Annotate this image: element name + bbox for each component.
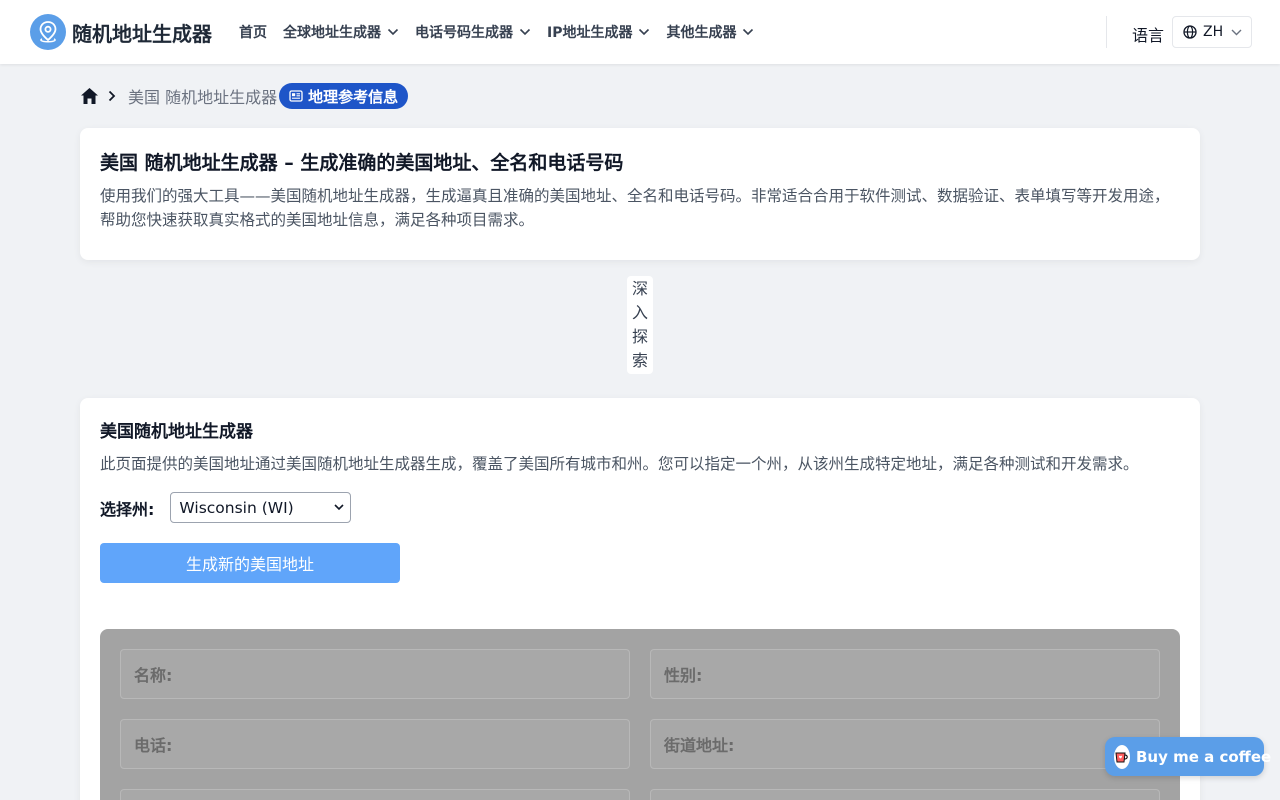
state-row: 选择州: Wisconsin (WI) (100, 492, 1180, 523)
navbar: 随机地址生成器 首页 全球地址生成器 电话号码生成器 IP地址生成器 其他生成器… (0, 0, 1280, 64)
phone-field-label: 电话: (134, 736, 173, 755)
chevron-down-icon (1231, 29, 1242, 36)
nav-item-phone[interactable]: 电话号码生成器 (415, 22, 531, 42)
chevron-right-icon (108, 90, 116, 102)
brand-link[interactable]: 随机地址生成器 (30, 14, 212, 50)
chevron-down-icon (742, 28, 754, 36)
newspaper-icon (289, 90, 303, 102)
coffee-cup-icon (1114, 744, 1130, 769)
chevron-down-icon (334, 504, 344, 511)
geo-reference-label: 地理参考信息 (308, 87, 399, 106)
state-select[interactable]: Wisconsin (WI) (170, 492, 352, 523)
nav-item-home[interactable]: 首页 (239, 22, 267, 42)
street-field[interactable]: 街道地址: (650, 719, 1160, 769)
name-field-label: 名称: (134, 666, 173, 685)
home-icon[interactable] (80, 86, 100, 106)
generator-description: 此页面提供的美国地址通过美国随机地址生成器生成，覆盖了美国所有城市和州。您可以指… (100, 455, 1139, 473)
nav-item-label: IP地址生成器 (547, 25, 633, 41)
page-title: 美国 随机地址生成器 – 生成准确的美国地址、全名和电话号码 (100, 152, 624, 174)
street-field-label: 街道地址: (664, 736, 735, 755)
brand-name: 随机地址生成器 (72, 21, 212, 46)
language-label: 语言 (1132, 26, 1165, 45)
explore-char: 入 (631, 303, 648, 322)
gender-field-label: 性别: (664, 666, 703, 685)
nav-divider (1106, 16, 1107, 48)
intro-card: 美国 随机地址生成器 – 生成准确的美国地址、全名和电话号码 使用我们的强大工具… (80, 128, 1200, 260)
chevron-down-icon (387, 28, 399, 36)
language-code: ZH (1203, 24, 1224, 40)
location-pin-icon (30, 14, 66, 50)
explore-char: 索 (631, 351, 648, 370)
explore-char: 探 (631, 327, 648, 346)
geo-reference-button[interactable]: 地理参考信息 (279, 83, 409, 109)
extra-field[interactable] (120, 789, 630, 800)
explore-char: 深 (631, 279, 648, 298)
buy-me-a-coffee-button[interactable]: Buy me a coffee (1105, 737, 1271, 776)
nav-item-label: 其他生成器 (666, 25, 737, 41)
gender-field[interactable]: 性别: (650, 649, 1160, 699)
generate-address-button[interactable]: 生成新的美国地址 (100, 543, 400, 583)
nav-item-global-address[interactable]: 全球地址生成器 (283, 22, 399, 42)
nav-item-label: 首页 (239, 25, 267, 41)
extra-field[interactable] (650, 789, 1160, 800)
name-field[interactable]: 名称: (120, 649, 630, 699)
nav-item-label: 电话号码生成器 (415, 25, 513, 41)
language-select[interactable]: ZH (1172, 16, 1252, 48)
main-nav: 首页 全球地址生成器 电话号码生成器 IP地址生成器 其他生成器 (239, 0, 770, 64)
explore-button[interactable]: 深 入 探 索 (627, 276, 653, 374)
breadcrumb: 美国 随机地址生成器 地理参考信息 (80, 83, 409, 109)
nav-item-label: 全球地址生成器 (283, 25, 381, 41)
nav-item-ip[interactable]: IP地址生成器 (547, 22, 650, 42)
result-panel: 名称: 性别: 电话: 街道地址: (100, 629, 1180, 800)
chevron-down-icon (638, 28, 650, 36)
bmc-label: Buy me a coffee (1136, 747, 1272, 766)
state-label: 选择州: (100, 499, 155, 519)
state-select-value: Wisconsin (WI) (179, 498, 294, 517)
intro-description: 使用我们的强大工具——美国随机地址生成器，生成逼真且准确的美国地址、全名和电话号… (100, 187, 1170, 229)
generator-card: 美国随机地址生成器 此页面提供的美国地址通过美国随机地址生成器生成，覆盖了美国所… (80, 398, 1200, 800)
generator-title: 美国随机地址生成器 (100, 422, 253, 442)
globe-icon (1183, 25, 1197, 39)
breadcrumb-current: 美国 随机地址生成器 (128, 88, 278, 107)
phone-field[interactable]: 电话: (120, 719, 630, 769)
chevron-down-icon (519, 28, 531, 36)
nav-item-other[interactable]: 其他生成器 (666, 22, 754, 42)
